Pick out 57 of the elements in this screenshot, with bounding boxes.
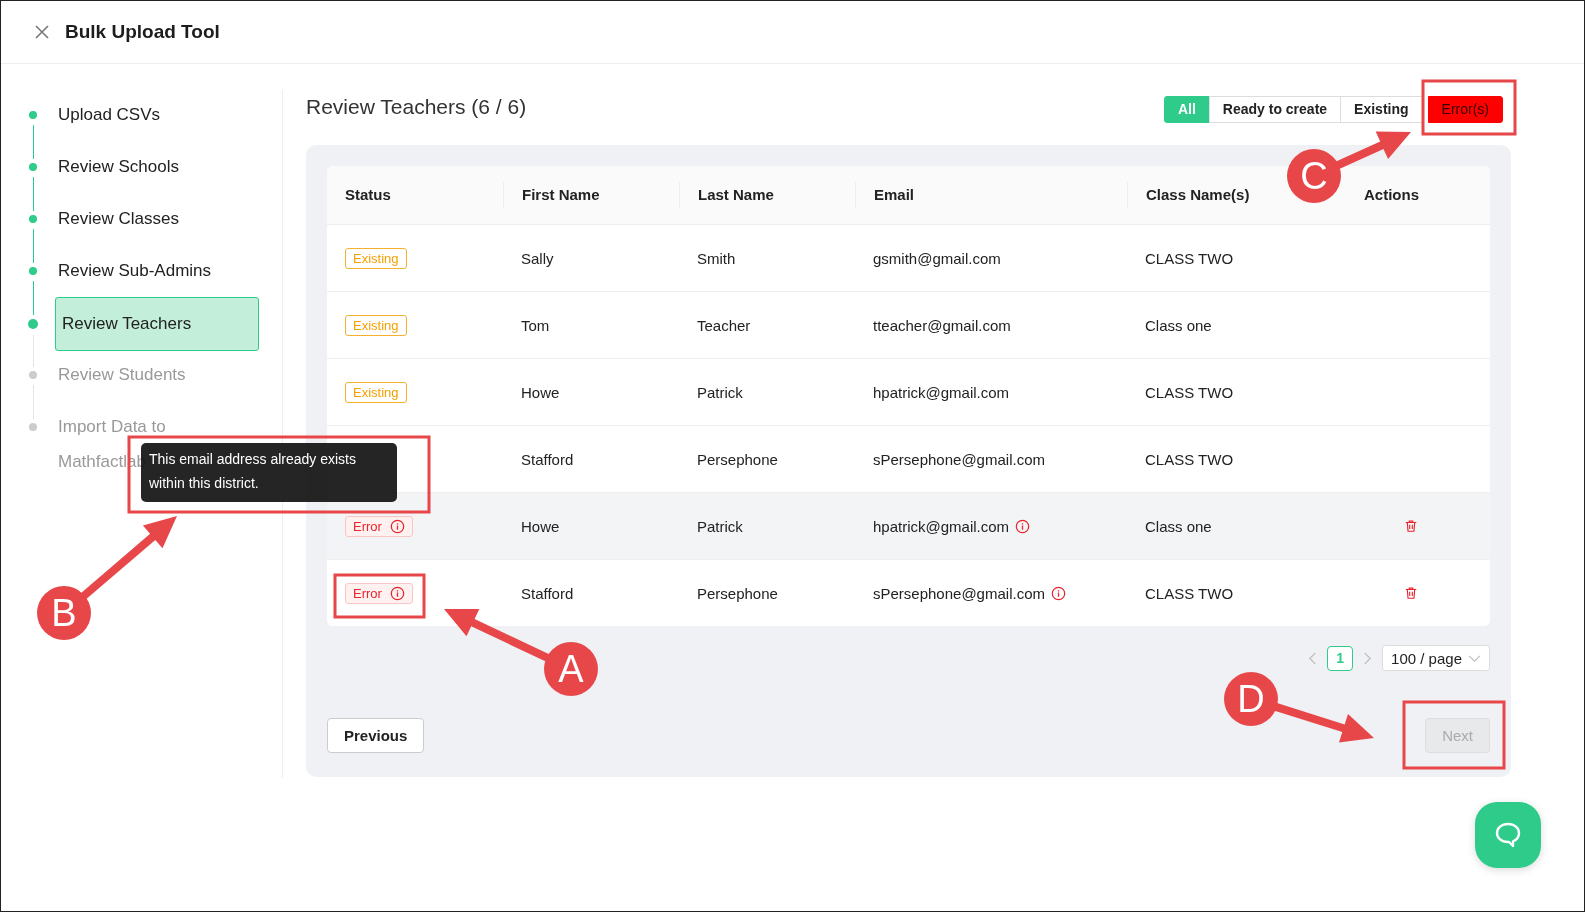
- info-icon: [389, 585, 405, 601]
- step-item[interactable]: Review Sub-Admins: [58, 260, 248, 282]
- filter-tab[interactable]: Error(s): [1427, 95, 1503, 123]
- step-item[interactable]: Review Classes: [58, 208, 248, 230]
- table-cell: hpatrick@gmail.com: [873, 383, 1010, 401]
- filter-tab[interactable]: Ready to create: [1208, 95, 1342, 123]
- table-cell-text: CLASS TWO: [1144, 450, 1235, 468]
- table-cell-text: Class one: [1144, 316, 1213, 334]
- step-item[interactable]: Review Teachers: [55, 297, 259, 351]
- window-title: Bulk Upload Tool: [65, 21, 220, 43]
- status-badge: Existing: [345, 247, 407, 269]
- table-cell-text: Persephone: [696, 584, 779, 602]
- column-header: Status: [344, 185, 392, 205]
- table-cell-text: Teacher: [696, 316, 752, 334]
- callout-marker: D: [1224, 672, 1278, 726]
- table-cell: sPersephone@gmail.com: [873, 584, 1045, 602]
- column-header: Email: [855, 182, 1127, 208]
- status-badge: Existing: [345, 381, 407, 403]
- info-icon: [389, 518, 405, 534]
- table-cell-text: Stafford: [520, 450, 575, 468]
- close-icon[interactable]: [34, 24, 50, 40]
- table-cell-text: Howe: [520, 517, 561, 535]
- status-badge[interactable]: Error: [345, 515, 413, 537]
- table-cell: sPersephone@gmail.com: [873, 450, 1045, 468]
- table-cell-text: Tom: [520, 316, 551, 334]
- trash-icon[interactable]: [1404, 519, 1418, 533]
- table-cell-text: Patrick: [696, 383, 744, 401]
- filter-tab[interactable]: Existing: [1340, 95, 1423, 123]
- table-cell-text: CLASS TWO: [1144, 383, 1235, 401]
- previous-button[interactable]: Previous: [327, 718, 425, 753]
- table-cell-text: Stafford: [520, 584, 575, 602]
- status-badge[interactable]: Error: [345, 582, 413, 604]
- table-cell-text: Persephone: [696, 450, 779, 468]
- table-cell: hpatrick@gmail.com: [873, 517, 1010, 535]
- table-cell-text: CLASS TWO: [1144, 584, 1235, 602]
- page-title: Review Teachers (6 / 6): [306, 95, 527, 119]
- trash-icon[interactable]: [1404, 586, 1418, 600]
- table-cell-text: Howe: [520, 383, 561, 401]
- callout-marker: B: [37, 586, 91, 640]
- callout-marker: A: [544, 642, 598, 696]
- status-badge: Existing: [345, 314, 407, 336]
- page-size-select[interactable]: 100 / page: [1382, 645, 1490, 671]
- table-cell: gsmith@gmail.com: [873, 249, 1001, 267]
- chevron-down-icon: [1468, 653, 1481, 663]
- chat-bubble-icon: [1493, 820, 1523, 850]
- column-header: Last Name: [679, 182, 855, 208]
- step-item[interactable]: Upload CSVs: [58, 104, 248, 126]
- table-cell-text: CLASS TWO: [1144, 249, 1235, 267]
- column-header: Actions: [1363, 185, 1420, 205]
- table-cell-text: Sally: [520, 249, 555, 267]
- step-item[interactable]: Review Schools: [58, 156, 248, 178]
- table-cell-text: Class one: [1144, 517, 1213, 535]
- table-cell-text: Smith: [696, 249, 737, 267]
- table-cell-text: Patrick: [696, 517, 744, 535]
- column-header: First Name: [503, 182, 679, 208]
- chat-button[interactable]: [1475, 802, 1541, 868]
- table-cell: tteacher@gmail.com: [873, 316, 1011, 334]
